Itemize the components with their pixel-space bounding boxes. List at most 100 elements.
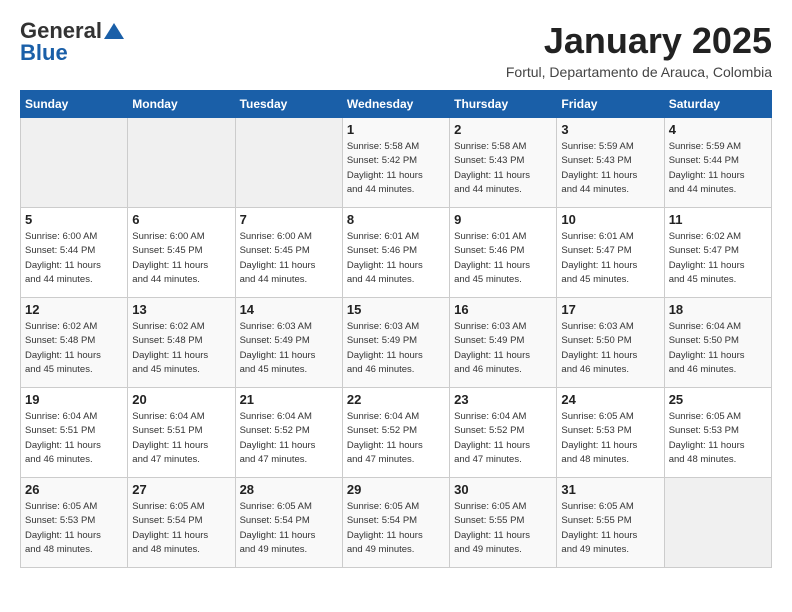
- day-number: 21: [240, 392, 338, 407]
- header-day-sunday: Sunday: [21, 91, 128, 118]
- calendar-cell: 4 Sunrise: 5:59 AMSunset: 5:44 PMDaylight…: [664, 118, 771, 208]
- header-day-thursday: Thursday: [450, 91, 557, 118]
- day-number: 31: [561, 482, 659, 497]
- day-info: Sunrise: 6:04 AMSunset: 5:51 PMDaylight:…: [25, 410, 123, 467]
- day-info: Sunrise: 6:01 AMSunset: 5:46 PMDaylight:…: [454, 230, 552, 287]
- day-info: Sunrise: 5:58 AMSunset: 5:42 PMDaylight:…: [347, 140, 445, 197]
- day-info: Sunrise: 6:02 AMSunset: 5:47 PMDaylight:…: [669, 230, 767, 287]
- day-number: 18: [669, 302, 767, 317]
- day-number: 12: [25, 302, 123, 317]
- day-number: 30: [454, 482, 552, 497]
- week-row-4: 19 Sunrise: 6:04 AMSunset: 5:51 PMDayligh…: [21, 388, 772, 478]
- week-row-3: 12 Sunrise: 6:02 AMSunset: 5:48 PMDayligh…: [21, 298, 772, 388]
- day-number: 19: [25, 392, 123, 407]
- calendar-header: SundayMondayTuesdayWednesdayThursdayFrid…: [21, 91, 772, 118]
- day-info: Sunrise: 6:05 AMSunset: 5:54 PMDaylight:…: [347, 500, 445, 557]
- calendar-cell: 15 Sunrise: 6:03 AMSunset: 5:49 PMDayligh…: [342, 298, 449, 388]
- calendar-cell: 28Sunrise: 6:05 AMSunset: 5:54 PMDayligh…: [235, 478, 342, 568]
- day-info: Sunrise: 6:01 AMSunset: 5:47 PMDaylight:…: [561, 230, 659, 287]
- calendar-cell: [21, 118, 128, 208]
- week-row-5: 26 Sunrise: 6:05 AMSunset: 5:53 PMDayligh…: [21, 478, 772, 568]
- calendar-cell: 3 Sunrise: 5:59 AMSunset: 5:43 PMDaylight…: [557, 118, 664, 208]
- calendar-table: SundayMondayTuesdayWednesdayThursdayFrid…: [20, 90, 772, 568]
- header-day-friday: Friday: [557, 91, 664, 118]
- calendar-cell: 17Sunrise: 6:03 AMSunset: 5:50 PMDayligh…: [557, 298, 664, 388]
- day-number: 17: [561, 302, 659, 317]
- calendar-cell: 2 Sunrise: 5:58 AMSunset: 5:43 PMDaylight…: [450, 118, 557, 208]
- day-info: Sunrise: 6:05 AMSunset: 5:54 PMDaylight:…: [240, 500, 338, 557]
- day-info: Sunrise: 6:05 AMSunset: 5:53 PMDaylight:…: [25, 500, 123, 557]
- calendar-cell: 5Sunrise: 6:00 AMSunset: 5:44 PMDaylight…: [21, 208, 128, 298]
- day-info: Sunrise: 5:59 AMSunset: 5:44 PMDaylight:…: [669, 140, 767, 197]
- day-info: Sunrise: 6:00 AMSunset: 5:45 PMDaylight:…: [132, 230, 230, 287]
- logo-general-text: General: [20, 20, 102, 42]
- header-row: SundayMondayTuesdayWednesdayThursdayFrid…: [21, 91, 772, 118]
- calendar-cell: 1Sunrise: 5:58 AMSunset: 5:42 PMDaylight…: [342, 118, 449, 208]
- day-info: Sunrise: 6:03 AMSunset: 5:49 PMDaylight:…: [347, 320, 445, 377]
- calendar-cell: 27 Sunrise: 6:05 AMSunset: 5:54 PMDayligh…: [128, 478, 235, 568]
- day-number: 22: [347, 392, 445, 407]
- calendar-cell: 11 Sunrise: 6:02 AMSunset: 5:47 PMDayligh…: [664, 208, 771, 298]
- day-number: 27: [132, 482, 230, 497]
- day-info: Sunrise: 6:05 AMSunset: 5:55 PMDaylight:…: [561, 500, 659, 557]
- calendar-subtitle: Fortul, Departamento de Arauca, Colombia: [506, 64, 772, 80]
- day-number: 29: [347, 482, 445, 497]
- day-number: 4: [669, 122, 767, 137]
- day-info: Sunrise: 6:04 AMSunset: 5:52 PMDaylight:…: [347, 410, 445, 467]
- calendar-cell: 9Sunrise: 6:01 AMSunset: 5:46 PMDaylight…: [450, 208, 557, 298]
- day-info: Sunrise: 6:05 AMSunset: 5:54 PMDaylight:…: [132, 500, 230, 557]
- day-info: Sunrise: 6:04 AMSunset: 5:50 PMDaylight:…: [669, 320, 767, 377]
- day-number: 13: [132, 302, 230, 317]
- calendar-cell: 20 Sunrise: 6:04 AMSunset: 5:51 PMDayligh…: [128, 388, 235, 478]
- calendar-cell: 6 Sunrise: 6:00 AMSunset: 5:45 PMDaylight…: [128, 208, 235, 298]
- calendar-cell: 25 Sunrise: 6:05 AMSunset: 5:53 PMDayligh…: [664, 388, 771, 478]
- calendar-cell: 22 Sunrise: 6:04 AMSunset: 5:52 PMDayligh…: [342, 388, 449, 478]
- header-day-wednesday: Wednesday: [342, 91, 449, 118]
- day-number: 14: [240, 302, 338, 317]
- day-info: Sunrise: 5:58 AMSunset: 5:43 PMDaylight:…: [454, 140, 552, 197]
- day-info: Sunrise: 6:05 AMSunset: 5:53 PMDaylight:…: [669, 410, 767, 467]
- calendar-cell: 26 Sunrise: 6:05 AMSunset: 5:53 PMDayligh…: [21, 478, 128, 568]
- day-number: 23: [454, 392, 552, 407]
- header: General Blue January 2025 Fortul, Depart…: [20, 20, 772, 80]
- header-day-tuesday: Tuesday: [235, 91, 342, 118]
- logo-triangle-icon: [104, 21, 124, 41]
- calendar-cell: [128, 118, 235, 208]
- day-info: Sunrise: 6:02 AMSunset: 5:48 PMDaylight:…: [25, 320, 123, 377]
- logo: General Blue: [20, 20, 124, 64]
- calendar-cell: 19 Sunrise: 6:04 AMSunset: 5:51 PMDayligh…: [21, 388, 128, 478]
- day-info: Sunrise: 6:03 AMSunset: 5:49 PMDaylight:…: [454, 320, 552, 377]
- calendar-cell: 30 Sunrise: 6:05 AMSunset: 5:55 PMDayligh…: [450, 478, 557, 568]
- calendar-cell: 8Sunrise: 6:01 AMSunset: 5:46 PMDaylight…: [342, 208, 449, 298]
- day-info: Sunrise: 6:04 AMSunset: 5:52 PMDaylight:…: [454, 410, 552, 467]
- header-day-monday: Monday: [128, 91, 235, 118]
- calendar-cell: 24Sunrise: 6:05 AMSunset: 5:53 PMDayligh…: [557, 388, 664, 478]
- day-info: Sunrise: 6:04 AMSunset: 5:52 PMDaylight:…: [240, 410, 338, 467]
- day-number: 25: [669, 392, 767, 407]
- day-number: 7: [240, 212, 338, 227]
- calendar-cell: 7Sunrise: 6:00 AMSunset: 5:45 PMDaylight…: [235, 208, 342, 298]
- calendar-cell: 31 Sunrise: 6:05 AMSunset: 5:55 PMDayligh…: [557, 478, 664, 568]
- day-number: 20: [132, 392, 230, 407]
- calendar-cell: 23 Sunrise: 6:04 AMSunset: 5:52 PMDayligh…: [450, 388, 557, 478]
- calendar-cell: [664, 478, 771, 568]
- day-info: Sunrise: 6:03 AMSunset: 5:49 PMDaylight:…: [240, 320, 338, 377]
- day-info: Sunrise: 5:59 AMSunset: 5:43 PMDaylight:…: [561, 140, 659, 197]
- day-info: Sunrise: 6:01 AMSunset: 5:46 PMDaylight:…: [347, 230, 445, 287]
- week-row-2: 5Sunrise: 6:00 AMSunset: 5:44 PMDaylight…: [21, 208, 772, 298]
- day-info: Sunrise: 6:02 AMSunset: 5:48 PMDaylight:…: [132, 320, 230, 377]
- day-number: 2: [454, 122, 552, 137]
- calendar-cell: 21 Sunrise: 6:04 AMSunset: 5:52 PMDayligh…: [235, 388, 342, 478]
- day-number: 15: [347, 302, 445, 317]
- day-number: 5: [25, 212, 123, 227]
- day-number: 26: [25, 482, 123, 497]
- day-info: Sunrise: 6:04 AMSunset: 5:51 PMDaylight:…: [132, 410, 230, 467]
- calendar-cell: 10Sunrise: 6:01 AMSunset: 5:47 PMDayligh…: [557, 208, 664, 298]
- calendar-cell: 14 Sunrise: 6:03 AMSunset: 5:49 PMDayligh…: [235, 298, 342, 388]
- calendar-title: January 2025: [506, 20, 772, 62]
- day-number: 6: [132, 212, 230, 227]
- day-number: 11: [669, 212, 767, 227]
- day-info: Sunrise: 6:05 AMSunset: 5:55 PMDaylight:…: [454, 500, 552, 557]
- calendar-cell: 29 Sunrise: 6:05 AMSunset: 5:54 PMDayligh…: [342, 478, 449, 568]
- day-number: 3: [561, 122, 659, 137]
